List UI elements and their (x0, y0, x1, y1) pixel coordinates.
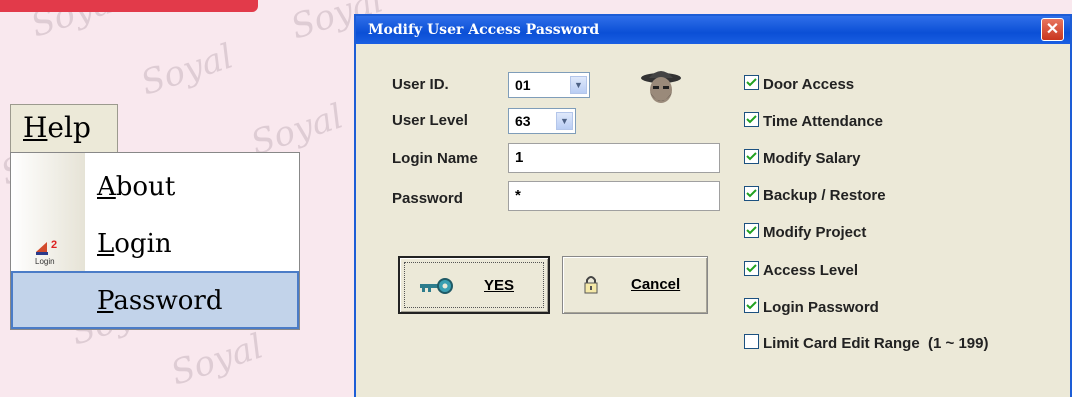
checkbox-label: Time Attendance (763, 113, 884, 130)
login-name-label: Login Name (392, 150, 478, 167)
checkbox-icon[interactable] (744, 261, 759, 276)
close-icon[interactable]: ✕ (1041, 18, 1064, 41)
yes-label: YES (484, 277, 515, 294)
lock-icon (583, 274, 599, 298)
key-icon (418, 276, 454, 300)
checkbox-label: Limit Card Edit Range (1 ~ 199) (763, 335, 989, 352)
checkbox-access-level[interactable]: Access Level (744, 261, 858, 281)
checkbox-icon[interactable] (744, 223, 759, 238)
help-menu: Help About 2 Login Login Password (10, 104, 300, 330)
checkbox-icon[interactable] (744, 298, 759, 313)
watermark: Soyal (136, 36, 239, 104)
dialog-title: Modify User Access Password (368, 22, 600, 38)
chevron-down-icon[interactable]: ▼ (556, 112, 573, 130)
watermark: Soyal (166, 326, 269, 394)
password-label: Password (392, 190, 463, 207)
cancel-button[interactable]: Cancel (562, 256, 708, 314)
user-id-select[interactable]: 01 ▼ (508, 72, 590, 98)
yes-button[interactable]: YES (398, 256, 550, 314)
login-name-field[interactable]: 1 (508, 143, 720, 173)
menu-item-password[interactable]: Password (11, 271, 299, 329)
menu-item-login[interactable]: 2 Login Login (11, 216, 299, 273)
checkbox-backup-restore[interactable]: Backup / Restore (744, 186, 886, 206)
checkbox-icon[interactable] (744, 149, 759, 164)
checkbox-login-password[interactable]: Login Password (744, 298, 879, 318)
user-id-label: User ID. (392, 76, 449, 93)
dialog-titlebar[interactable]: Modify User Access Password ✕ (356, 16, 1070, 44)
checkbox-time-attendance[interactable]: Time Attendance (744, 112, 883, 132)
menu-item-about[interactable]: About (11, 159, 299, 216)
checkbox-modify-project[interactable]: Modify Project (744, 223, 866, 243)
chevron-down-icon[interactable]: ▼ (570, 76, 587, 94)
cancel-label: Cancel (631, 276, 681, 293)
checkbox-modify-salary[interactable]: Modify Salary (744, 149, 861, 169)
checkbox-icon[interactable] (744, 112, 759, 127)
checkbox-limit-card-edit-range[interactable]: Limit Card Edit Range (1 ~ 199) (744, 334, 988, 354)
checkbox-icon[interactable] (744, 186, 759, 201)
checkbox-label: Door Access (763, 76, 855, 93)
menu-title-help[interactable]: Help (10, 104, 118, 154)
login-icon: 2 Login (33, 230, 63, 266)
help-dropdown: About 2 Login Login Password (10, 152, 300, 330)
user-id-value: 01 (515, 77, 531, 93)
checkbox-door-access[interactable]: Door Access (744, 75, 854, 95)
user-level-label: User Level (392, 112, 468, 129)
svg-text:2: 2 (51, 239, 57, 251)
user-level-select[interactable]: 63 ▼ (508, 108, 576, 134)
checkbox-label: Access Level (763, 262, 859, 279)
svg-text:Login: Login (35, 257, 55, 266)
user-level-value: 63 (515, 113, 531, 129)
red-banner (0, 0, 258, 12)
checkbox-label: Login Password (763, 299, 879, 316)
checkbox-label: Modify Salary (763, 150, 861, 167)
checkbox-icon[interactable] (744, 334, 759, 349)
modify-password-dialog: Modify User Access Password ✕ User ID. 0… (354, 14, 1072, 397)
user-avatar-icon (638, 64, 684, 112)
password-field[interactable]: * (508, 181, 720, 211)
checkbox-label: Backup / Restore (763, 187, 886, 204)
checkbox-label: Modify Project (763, 224, 867, 241)
checkbox-icon[interactable] (744, 75, 759, 90)
